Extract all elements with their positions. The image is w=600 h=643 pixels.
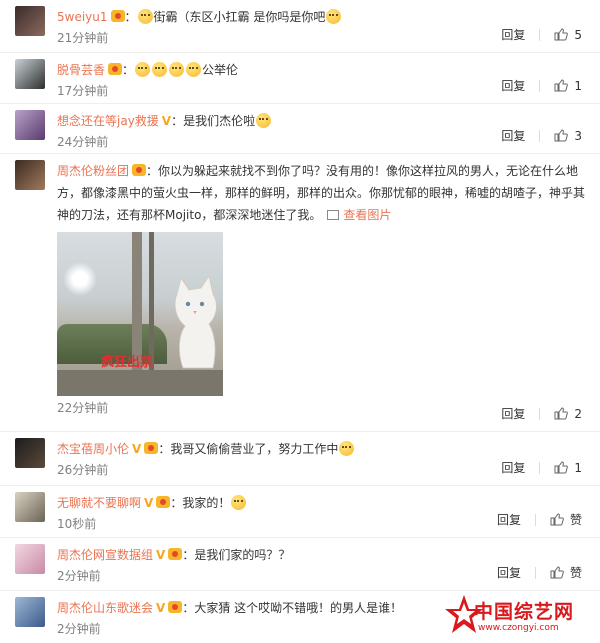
thumbs-up-icon — [550, 566, 564, 579]
emoji-icon — [231, 495, 247, 510]
comment-text: ：我家的！ — [170, 496, 231, 510]
emoji-icon — [152, 62, 168, 77]
comment-username[interactable]: 杰宝蓓周小伦 — [57, 442, 129, 456]
thumbs-up-icon — [550, 513, 564, 526]
comment-text: 街霸（东区小扛霸 是你吗是你吧 — [153, 10, 326, 24]
comment-text: ：大家猜 这个哎呦不错哦！的男人是谁！ — [182, 601, 403, 615]
emoji-icon — [326, 9, 342, 24]
divider — [539, 129, 541, 142]
comment-text: 公举伦 — [202, 63, 239, 77]
level-badge-icon — [132, 164, 147, 176]
site-watermark-logo: 中国综艺网 www.czongyi.com — [444, 593, 594, 639]
vip-icon: V — [161, 114, 172, 128]
cat-image — [174, 274, 217, 369]
level-badge-icon — [144, 442, 159, 454]
vip-icon: V — [156, 601, 166, 615]
emoji-icon — [339, 441, 355, 456]
avatar[interactable] — [15, 544, 45, 574]
thumbs-up-icon — [554, 79, 569, 92]
comment-text: ：我哥又偷偷营业了，努力工作中 — [158, 442, 339, 456]
reply-button[interactable]: 回复 — [501, 405, 525, 422]
logo-title: 中国综艺网 — [474, 601, 575, 623]
comment-item: 无聊就不要聊啊 V ：我家的！ 10秒前 回复 赞 — [0, 486, 600, 538]
comment-username[interactable]: 周杰伦粉丝团 — [57, 164, 129, 178]
like-button[interactable]: 1 — [554, 79, 582, 93]
comment-username[interactable]: 周杰伦网宣数据组 — [57, 548, 153, 562]
avatar[interactable] — [15, 492, 45, 522]
comment-item: 5weiyu1：街霸（东区小扛霸 是你吗是你吧 21分钟前 回复 5 — [0, 0, 600, 53]
avatar[interactable] — [15, 59, 45, 89]
logo-url: www.czongyi.com — [478, 623, 559, 633]
comment-username[interactable]: 脱骨芸香 — [57, 63, 105, 77]
comment-text: ：是我们家的吗？？ — [182, 548, 291, 562]
vip-icon: V — [156, 548, 166, 562]
reply-button[interactable]: 回复 — [497, 511, 521, 528]
avatar[interactable] — [15, 597, 45, 627]
reply-button[interactable]: 回复 — [497, 564, 521, 581]
vip-icon: V — [132, 442, 142, 456]
like-count: 2 — [574, 406, 582, 421]
thumbs-up-icon — [554, 407, 569, 420]
like-count: 1 — [574, 460, 582, 475]
reply-button[interactable]: 回复 — [501, 459, 525, 476]
sun-glow — [63, 262, 97, 296]
like-button[interactable]: 5 — [554, 28, 582, 42]
vip-icon: V — [144, 496, 154, 510]
emoji-icon — [169, 62, 185, 77]
like-button[interactable]: 赞 — [550, 511, 582, 528]
reply-button[interactable]: 回复 — [501, 77, 525, 94]
like-button[interactable]: 赞 — [550, 564, 582, 581]
reply-button[interactable]: 回复 — [501, 127, 525, 144]
comment-photo[interactable]: 疯狂出票 — [57, 232, 223, 396]
comment-username[interactable]: 无聊就不要聊啊 — [57, 496, 141, 510]
avatar[interactable] — [15, 160, 45, 190]
level-badge-icon — [110, 10, 125, 22]
reply-button[interactable]: 回复 — [501, 26, 525, 43]
avatar[interactable] — [15, 110, 45, 140]
divider — [539, 28, 541, 41]
like-count: 赞 — [569, 513, 582, 527]
thumbs-up-icon — [554, 461, 569, 474]
comment-username[interactable]: 想念还在等jay救援 — [57, 114, 159, 128]
level-badge-icon — [108, 63, 123, 75]
photo-watermark: 疯狂出票 — [101, 355, 154, 370]
picture-icon — [327, 210, 340, 220]
divider — [534, 566, 536, 579]
level-badge-icon — [156, 496, 171, 508]
comment-item: 周杰伦粉丝团 ：你以为躲起来就找不到你了吗？没有用的！像你这样拉风的男人，无论在什… — [0, 154, 600, 432]
like-button[interactable]: 3 — [554, 129, 582, 143]
emoji-icon — [256, 113, 272, 128]
comment-username[interactable]: 周杰伦山东歌迷会 — [57, 601, 153, 615]
emoji-icon — [135, 62, 151, 77]
emoji-icon — [137, 9, 153, 24]
like-count: 5 — [574, 27, 582, 42]
like-count: 赞 — [569, 566, 582, 580]
view-picture-link[interactable]: 查看图片 — [327, 208, 391, 222]
divider — [539, 461, 541, 474]
avatar[interactable] — [15, 438, 45, 468]
avatar[interactable] — [15, 6, 45, 36]
thumbs-up-icon — [554, 129, 569, 142]
divider — [539, 79, 541, 92]
comment-item: 想念还在等jay救援 V：是我们杰伦啦 24分钟前 回复 3 — [0, 104, 600, 154]
emoji-icon — [186, 62, 202, 77]
like-button[interactable]: 1 — [554, 461, 582, 475]
divider — [539, 407, 541, 420]
comment-item: 脱骨芸香：公举伦 17分钟前 回复 1 — [0, 53, 600, 104]
comment-username[interactable]: 5weiyu1 — [57, 10, 108, 24]
comment-text: ：是我们杰伦啦 — [171, 114, 256, 128]
like-button[interactable]: 2 — [554, 407, 582, 421]
comment-list: 5weiyu1：街霸（东区小扛霸 是你吗是你吧 21分钟前 回复 5 脱骨芸香：… — [0, 0, 600, 643]
like-count: 3 — [574, 128, 582, 143]
level-badge-icon — [168, 601, 183, 613]
comment-item: 杰宝蓓周小伦 V ：我哥又偷偷营业了，努力工作中 26分钟前 回复 1 — [0, 432, 600, 486]
comment-item: 周杰伦网宣数据组 V ：是我们家的吗？？ 2分钟前 回复 赞 — [0, 538, 600, 591]
thumbs-up-icon — [554, 28, 569, 41]
level-badge-icon — [168, 548, 183, 560]
like-count: 1 — [574, 78, 582, 93]
divider — [534, 513, 536, 526]
